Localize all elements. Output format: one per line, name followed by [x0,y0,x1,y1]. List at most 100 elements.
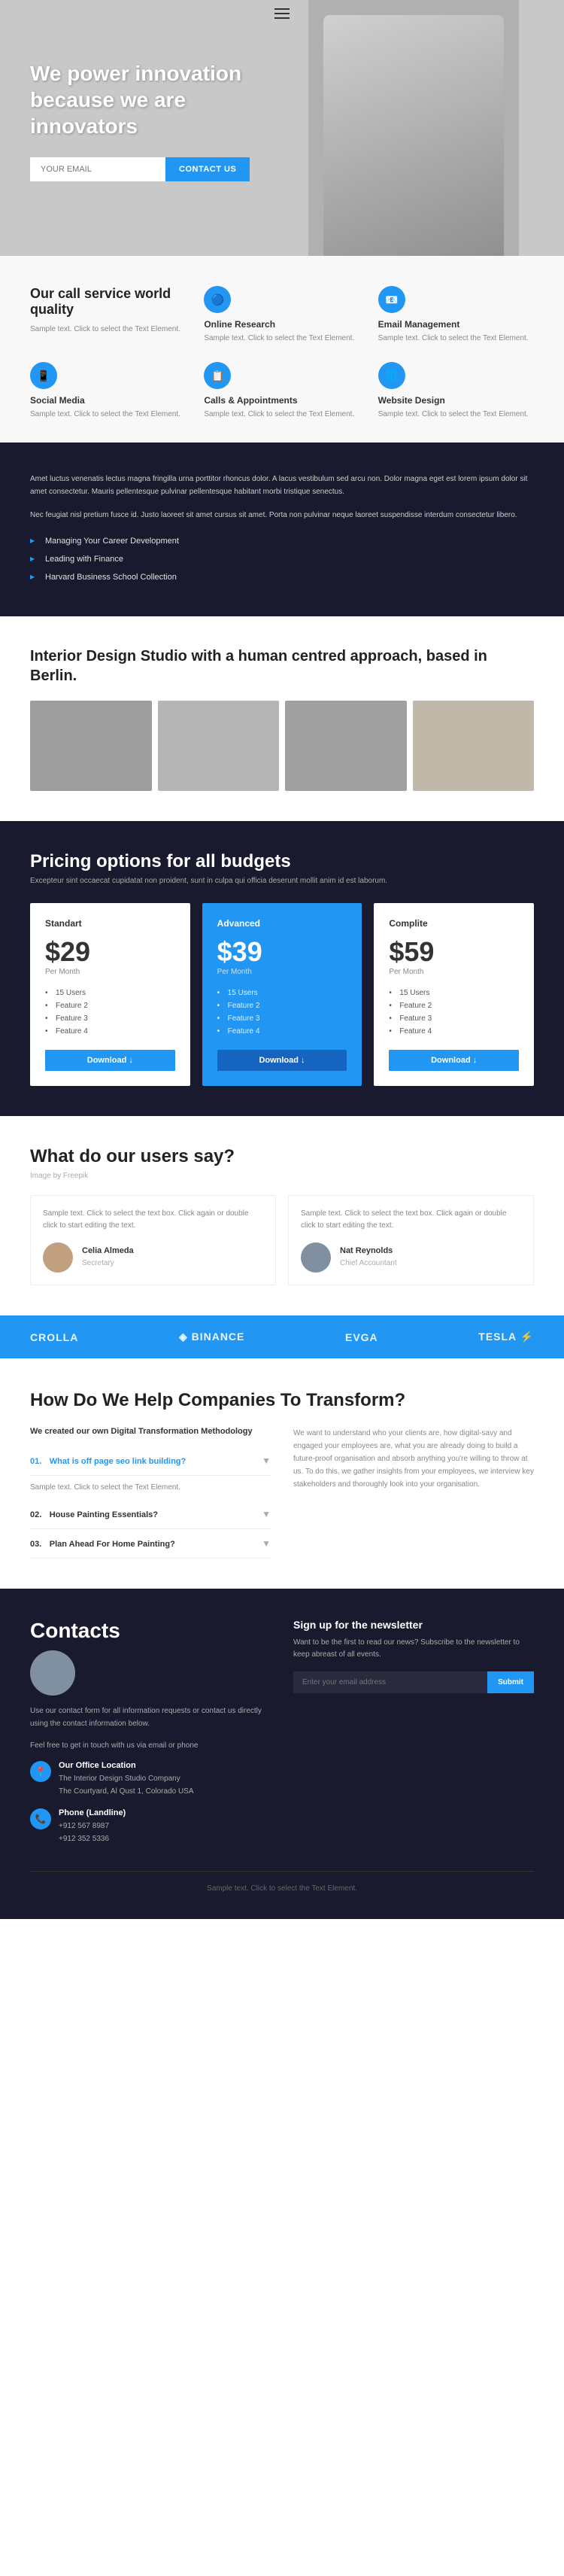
dark-paragraph-1: Amet luctus venenatis lectus magna fring… [30,473,534,498]
hero-contact-button[interactable]: CONTACT US [165,157,250,181]
contact-phone: 📞 Phone (Landline) +912 567 8987 +912 35… [30,1808,271,1845]
faq-question-wrapper-0: 01. What is off page seo link building? [30,1454,186,1467]
price-card-standart: Standart $29 Per Month 15 Users Feature … [30,903,190,1086]
service-text-2: Sample text. Click to select the Text El… [30,409,186,420]
newsletter-email-input[interactable] [293,1671,487,1693]
newsletter-submit-button[interactable]: Submit [487,1671,534,1693]
reviewer-role-1: Chief Accountant [340,1259,397,1267]
service-icon-3: 📋 [204,362,231,389]
services-main-text: Sample text. Click to select the Text El… [30,324,186,335]
feature-2-2: Feature 3 [389,1012,519,1025]
dark-list-item-2: Harvard Business School Collection [30,568,534,586]
feature-1-0: 15 Users [217,987,347,999]
transform-left: We created our own Digital Transformatio… [30,1427,271,1559]
contact-office-detail: Our Office Location The Interior Design … [59,1761,194,1798]
testimonial-text-0: Sample text. Click to select the text bo… [43,1208,263,1232]
pricing-title: Pricing options for all budgets [30,851,534,872]
feature-1-3: Feature 4 [217,1025,347,1038]
logo-3: TESLA ⚡ [478,1331,534,1343]
service-text-0: Sample text. Click to select the Text El… [204,333,359,344]
hero-person-image [323,15,504,256]
contacts-avatar [30,1650,75,1696]
service-title-1: Email Management [378,319,534,330]
service-item-3: 📋 Calls & Appointments Sample text. Clic… [204,362,359,420]
hero-email-input[interactable] [30,157,165,181]
service-text-3: Sample text. Click to select the Text El… [204,409,359,420]
faq-item-1[interactable]: 02. House Painting Essentials? ▼ [30,1500,271,1529]
dark-paragraph-2: Nec feugiat nisl pretium fusce id. Justo… [30,509,534,522]
feature-0-1: Feature 2 [45,999,175,1012]
service-title-3: Calls & Appointments [204,395,359,406]
transform-right-text: We want to understand who your clients a… [293,1427,534,1491]
interior-images [30,701,534,791]
services-main-title: Our call service world quality [30,286,186,318]
services-section: Our call service world quality Sample te… [0,256,564,443]
service-text-4: Sample text. Click to select the Text El… [378,409,534,420]
reviewer-name-1: Nat Reynolds [340,1246,397,1255]
dark-list-item-1: Leading with Finance [30,550,534,568]
testimonial-text-1: Sample text. Click to select the text bo… [301,1208,521,1232]
interior-image-2 [158,701,280,791]
feature-2-0: 15 Users [389,987,519,999]
service-title-2: Social Media [30,395,186,406]
transform-title: How Do We Help Companies To Transform? [30,1388,534,1412]
faq-question-wrapper-1: 02. House Painting Essentials? [30,1507,158,1521]
hero-image [308,0,519,256]
services-grid: Our call service world quality Sample te… [30,286,534,420]
price-features-0: 15 Users Feature 2 Feature 3 Feature 4 [45,987,175,1038]
faq-content-0: Sample text. Click to select the Text El… [30,1476,271,1500]
interior-title: Interior Design Studio with a human cent… [30,646,534,686]
download-button-2[interactable]: Download ↓ [389,1050,519,1071]
download-button-0[interactable]: Download ↓ [45,1050,175,1071]
reviewer-info-1: Nat Reynolds Chief Accountant [340,1246,397,1269]
testimonial-cards: Sample text. Click to select the text bo… [30,1195,534,1285]
faq-number-1: 02. [30,1510,41,1519]
hero-section: We power innovation because we are innov… [0,0,564,256]
price-card-name-2: Complite [389,918,519,929]
office-line1: The Interior Design Studio Company [59,1772,194,1785]
pricing-section: Pricing options for all budgets Excepteu… [0,821,564,1116]
phone-number1: +912 567 8987 [59,1820,126,1832]
feature-0-2: Feature 3 [45,1012,175,1025]
office-title: Our Office Location [59,1761,194,1770]
price-amount-1: $39 [217,936,347,968]
service-item-main: Our call service world quality Sample te… [30,286,186,344]
download-button-1[interactable]: Download ↓ [217,1050,347,1071]
faq-chevron-1: ▼ [262,1509,271,1519]
reviewer-role-0: Secretary [82,1259,114,1267]
faq-item-2[interactable]: 03. Plan Ahead For Home Painting? ▼ [30,1529,271,1559]
faq-chevron-0: ▼ [262,1455,271,1466]
interior-section: Interior Design Studio with a human cent… [0,616,564,821]
service-title-4: Website Design [378,395,534,406]
service-icon-1: 📧 [378,286,405,313]
faq-number-2: 03. [30,1540,41,1549]
contact-phone-detail: Phone (Landline) +912 567 8987 +912 352 … [59,1808,126,1845]
contacts-inner: Contacts Use our contact form for all in… [30,1619,534,1856]
reviewer-0: Celia Almeda Secretary [43,1242,263,1273]
feature-0-3: Feature 4 [45,1025,175,1038]
hero-headline: We power innovation because we are innov… [30,60,286,139]
hero-form: CONTACT US [30,157,286,181]
faq-question-2: Plan Ahead For Home Painting? [50,1540,175,1549]
newsletter-title: Sign up for the newsletter [293,1619,534,1631]
phone-icon: 📞 [30,1808,51,1829]
price-card-name-1: Advanced [217,918,347,929]
faq-item-0[interactable]: 01. What is off page seo link building? … [30,1446,271,1476]
feature-0-0: 15 Users [45,987,175,999]
price-features-2: 15 Users Feature 2 Feature 3 Feature 4 [389,987,519,1038]
testimonial-card-1: Sample text. Click to select the text bo… [288,1195,534,1285]
avatar-0 [43,1242,73,1273]
logo-0: CROLLA [30,1331,78,1343]
phone-title: Phone (Landline) [59,1808,126,1817]
pricing-subtitle: Excepteur sint occaecat cupidatat non pr… [30,877,534,885]
contact-office: 📍 Our Office Location The Interior Desig… [30,1761,271,1798]
service-item-4: 🌐 Website Design Sample text. Click to s… [378,362,534,420]
price-card-advanced: Advanced $39 Per Month 15 Users Feature … [202,903,362,1086]
reviewer-1: Nat Reynolds Chief Accountant [301,1242,521,1273]
logo-1: ◈ BINANCE [179,1331,244,1343]
contacts-sub-description: Feel free to get in touch with us via em… [30,1739,271,1752]
hamburger-menu[interactable] [274,8,290,19]
navigation [0,0,564,27]
dark-list-item-0: Managing Your Career Development [30,532,534,550]
interior-image-4 [413,701,535,791]
